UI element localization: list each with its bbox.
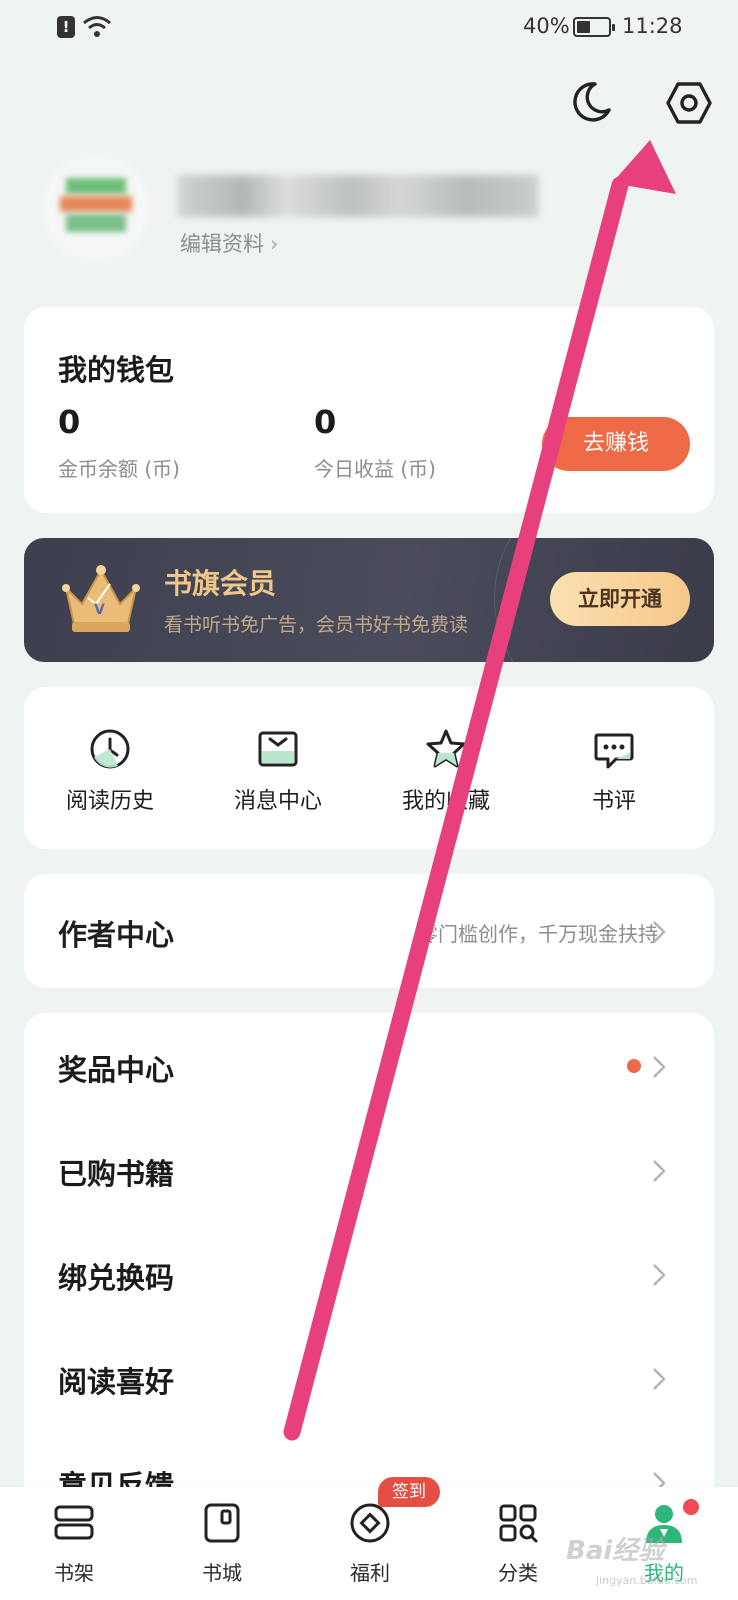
comment-icon [594, 733, 634, 769]
book-review-button[interactable]: 书评 [528, 727, 700, 827]
battery-icon [573, 17, 615, 37]
checkin-badge[interactable]: 签到 [378, 1477, 440, 1507]
alert-icon: ! [57, 16, 75, 38]
wallet-title: 我的钱包 [58, 353, 175, 387]
menu-item-redeem-code[interactable]: 绑兑换码 [24, 1221, 714, 1325]
menu-item-prize-center[interactable]: 奖品中心 [24, 1013, 714, 1117]
message-center-button[interactable]: 消息中心 [192, 727, 364, 827]
chevron-right-icon [653, 1056, 666, 1078]
star-icon [426, 729, 466, 768]
vip-title: 书旗会员 [164, 567, 277, 600]
tab-label: 福利 [350, 1561, 390, 1585]
category-grid-icon [499, 1504, 538, 1543]
avatar[interactable] [48, 160, 144, 256]
menu-item-label: 阅读喜好 [58, 1365, 175, 1399]
vip-activate-button[interactable]: 立即开通 [550, 572, 690, 626]
chevron-right-icon [653, 1368, 666, 1390]
quick-action-label: 阅读历史 [65, 789, 154, 814]
notification-dot [627, 1059, 641, 1073]
chevron-right-icon [653, 1160, 666, 1182]
message-icon [258, 731, 298, 767]
username-blurred [178, 175, 538, 217]
menu-list: 奖品中心 已购书籍 绑兑换码 阅读喜好 意见反馈 [24, 1013, 714, 1493]
earn-money-button[interactable]: 去赚钱 [542, 417, 690, 471]
chevron-right-icon: › [270, 232, 279, 256]
chevron-right-icon [653, 921, 666, 943]
wifi-icon [83, 16, 111, 37]
bookstore-icon [204, 1503, 240, 1543]
settings-gear-icon [666, 82, 712, 124]
quick-action-label: 我的收藏 [401, 789, 490, 814]
tab-label: 书城 [202, 1561, 242, 1585]
author-center-description: 零门槛创作，千万现金扶持 [418, 922, 658, 946]
menu-item-label: 绑兑换码 [58, 1261, 175, 1295]
menu-item-label: 已购书籍 [58, 1157, 175, 1191]
menu-item-purchased-books[interactable]: 已购书籍 [24, 1117, 714, 1221]
today-earnings-label: 今日收益 (币) [314, 457, 436, 481]
coin-balance-value: 0 [58, 403, 81, 441]
night-mode-button[interactable] [565, 78, 615, 128]
wallet-card[interactable]: 我的钱包 0 金币余额 (币) 0 今日收益 (币) 去赚钱 [24, 307, 714, 513]
coin-balance-label: 金币余额 (币) [58, 457, 180, 481]
status-bar: ! 40% 11:28 [0, 0, 738, 56]
baidu-watermark-url: jingyan.baidu.com [596, 1574, 698, 1587]
tab-bookshelf[interactable]: 书架 [0, 1487, 148, 1600]
today-earnings-value: 0 [314, 403, 337, 441]
reading-history-button[interactable]: 阅读历史 [24, 727, 196, 827]
tab-label: 书架 [54, 1561, 94, 1585]
chevron-right-icon [653, 1264, 666, 1286]
battery-percent: 40% [523, 14, 570, 38]
clock-time: 11:28 [622, 14, 683, 38]
baidu-watermark: Bai经验 [566, 1536, 665, 1566]
edit-profile-link[interactable]: 编辑资料 › [180, 228, 278, 258]
vip-membership-banner[interactable]: V 书旗会员 看书听书免广告，会员书好书免费读 立即开通 [24, 538, 714, 662]
my-favorites-button[interactable]: 我的收藏 [360, 727, 532, 827]
author-center-row[interactable]: 作者中心 零门槛创作，千万现金扶持 [24, 874, 714, 988]
crown-icon: V [62, 565, 140, 632]
bookshelf-icon [54, 1505, 94, 1540]
moon-icon [573, 82, 611, 122]
menu-item-feedback[interactable]: 意见反馈 [24, 1429, 714, 1493]
menu-item-reading-preference[interactable]: 阅读喜好 [24, 1325, 714, 1429]
crown-letter: V [94, 602, 105, 618]
author-center-title: 作者中心 [58, 918, 175, 952]
vip-description: 看书听书免广告，会员书好书免费读 [164, 614, 469, 636]
quick-actions-card: 阅读历史 消息中心 我的收藏 书评 [24, 687, 714, 849]
menu-item-label: 奖品中心 [58, 1053, 175, 1087]
tab-bookstore[interactable]: 书城 [148, 1487, 296, 1600]
coin-icon [350, 1503, 390, 1543]
quick-action-label: 书评 [591, 789, 636, 814]
edit-profile-label: 编辑资料 [180, 232, 264, 256]
notification-dot [683, 1499, 699, 1515]
quick-action-label: 消息中心 [233, 789, 322, 814]
clock-icon [90, 729, 130, 769]
settings-button[interactable] [664, 78, 714, 128]
